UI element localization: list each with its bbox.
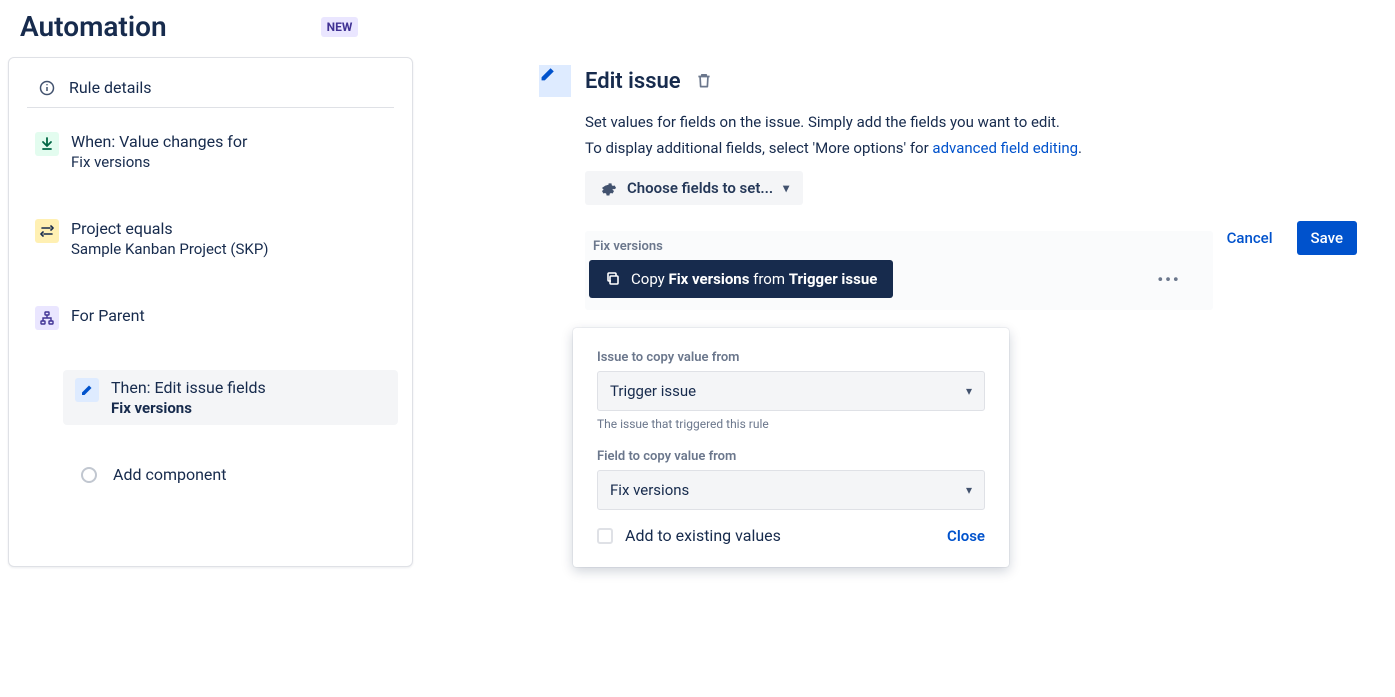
- branch-icon: [35, 306, 59, 330]
- chevron-down-icon: ▾: [783, 181, 789, 195]
- field-source-select[interactable]: Fix versions ▾: [597, 470, 985, 510]
- copy-icon: [605, 271, 621, 287]
- new-badge: NEW: [321, 17, 359, 37]
- chevron-down-icon: ▾: [966, 384, 972, 398]
- gear-icon: [599, 179, 617, 197]
- trigger-sub: Fix versions: [71, 153, 247, 171]
- branch-node[interactable]: For Parent: [23, 298, 398, 338]
- branch-title: For Parent: [71, 306, 145, 325]
- condition-sub: Sample Kanban Project (SKP): [71, 240, 269, 258]
- issue-source-label: Issue to copy value from: [597, 350, 985, 365]
- rule-details-label: Rule details: [69, 78, 152, 97]
- add-component-label: Add component: [113, 465, 226, 484]
- cancel-button[interactable]: Cancel: [1213, 221, 1287, 255]
- description-1: Set values for fields on the issue. Simp…: [585, 113, 1357, 131]
- trigger-icon: [35, 132, 59, 156]
- action-title: Then: Edit issue fields: [111, 378, 266, 397]
- field-source-label: Field to copy value from: [597, 449, 985, 464]
- condition-title: Project equals: [71, 219, 269, 238]
- issue-source-hint: The issue that triggered this rule: [597, 417, 985, 431]
- issue-source-value: Trigger issue: [610, 382, 696, 400]
- issue-source-select[interactable]: Trigger issue ▾: [597, 371, 985, 411]
- add-to-existing-label: Add to existing values: [625, 526, 781, 545]
- field-label: Fix versions: [593, 239, 1201, 254]
- copy-pill[interactable]: Copy Fix versions from Trigger issue: [589, 260, 893, 298]
- panel-title: Edit issue: [585, 69, 681, 94]
- field-source-value: Fix versions: [610, 481, 689, 499]
- add-to-existing-row[interactable]: Add to existing values: [597, 526, 781, 545]
- trigger-node[interactable]: When: Value changes for Fix versions: [23, 124, 398, 179]
- save-button[interactable]: Save: [1297, 221, 1357, 255]
- description-2: To display additional fields, select 'Mo…: [585, 139, 1357, 157]
- copy-config-popover: Issue to copy value from Trigger issue ▾…: [573, 328, 1009, 567]
- more-dots-icon[interactable]: •••: [1157, 270, 1180, 289]
- edit-issue-icon: [539, 65, 571, 97]
- action-sub: Fix versions: [111, 399, 266, 417]
- choose-fields-button[interactable]: Choose fields to set... ▾: [585, 171, 803, 205]
- chevron-down-icon: ▾: [966, 483, 972, 497]
- rule-details-row[interactable]: Rule details: [27, 68, 394, 108]
- close-popover-button[interactable]: Close: [947, 527, 985, 545]
- field-block-fix-versions: Fix versions ••• Copy Fix versions from …: [585, 231, 1213, 310]
- advanced-editing-link[interactable]: advanced field editing: [932, 139, 1078, 157]
- add-component-button[interactable]: Add component: [69, 457, 404, 492]
- add-circle-icon: [81, 467, 97, 483]
- add-to-existing-checkbox[interactable]: [597, 528, 613, 544]
- condition-node[interactable]: Project equals Sample Kanban Project (SK…: [23, 211, 398, 266]
- info-icon: [39, 80, 69, 96]
- rule-tree-panel: Rule details When: Value changes for Fix…: [8, 57, 413, 567]
- copy-text: Copy Fix versions from Trigger issue: [631, 270, 877, 288]
- condition-icon: [35, 219, 59, 243]
- choose-fields-label: Choose fields to set...: [627, 179, 773, 197]
- edit-icon: [75, 378, 99, 402]
- trash-icon[interactable]: [695, 72, 713, 90]
- page-title: Automation: [20, 10, 167, 43]
- action-node[interactable]: Then: Edit issue fields Fix versions: [63, 370, 398, 425]
- trigger-title: When: Value changes for: [71, 132, 247, 151]
